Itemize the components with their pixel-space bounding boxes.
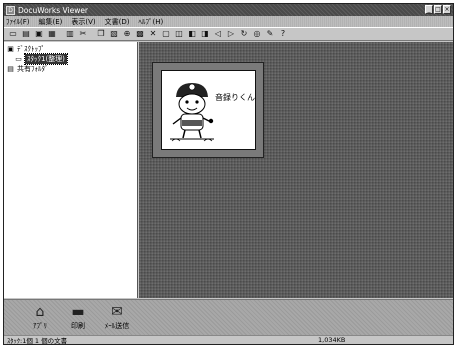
- status-size: 1,034KB: [318, 336, 346, 344]
- prev-icon[interactable]: ◁: [212, 29, 224, 40]
- tree-item-label: 共有ﾌｫﾙﾀﾞ: [17, 64, 49, 73]
- toolbar-separator: [90, 29, 94, 39]
- find-icon[interactable]: ◎: [251, 29, 263, 40]
- new-icon[interactable]: ▭: [7, 29, 19, 40]
- scan-icon[interactable]: ▥: [64, 29, 76, 40]
- document-area[interactable]: 音録りくん: [139, 42, 453, 298]
- character-illustration: [170, 83, 214, 142]
- menu-edit[interactable]: 編集(E): [39, 17, 63, 27]
- annotate-icon[interactable]: ✎: [264, 29, 276, 40]
- document-thumbnail[interactable]: 音録りくん: [152, 62, 264, 158]
- print-icon[interactable]: ▦: [46, 29, 58, 40]
- cut-icon[interactable]: ✂: [77, 29, 89, 40]
- save-icon[interactable]: ▣: [33, 29, 45, 40]
- action-bar: ⌂ ｱﾌﾟﾘ ▬ 印刷 ✉ ﾒｰﾙ送信: [4, 299, 453, 335]
- app-window: D DocuWorks Viewer _ □ × ﾌｧｲﾙ(F) 編集(E) 表…: [3, 3, 454, 345]
- bind-icon[interactable]: ◧: [186, 29, 198, 40]
- tree-item-shared-folder[interactable]: ▤ 共有ﾌｫﾙﾀﾞ: [6, 64, 49, 73]
- send-mail-button[interactable]: ✉ ﾒｰﾙ送信: [102, 303, 132, 333]
- help-icon[interactable]: ?: [277, 29, 289, 40]
- minimize-button[interactable]: _: [425, 5, 433, 14]
- zoom-icon[interactable]: ⊕: [121, 29, 133, 40]
- tree-item-label: ﾃﾞｽｸﾄｯﾌﾟ: [17, 44, 45, 53]
- tree-item-stack[interactable]: ▭ ｽﾀｯｸ1(整理): [14, 52, 68, 65]
- menu-document[interactable]: 文書(D): [105, 17, 130, 27]
- menu-bar: ﾌｧｲﾙ(F) 編集(E) 表示(V) 文書(D) ﾍﾙﾌﾟ(H): [4, 16, 453, 27]
- toolbar: ▭ ▤ ▣ ▦ ▥ ✂ ❐ ▧ ⊕ ▩ ✕ ▢ ◫ ◧ ◨ ◁ ▷ ↻ ◎ ✎ …: [4, 27, 453, 41]
- tree-item-desktop[interactable]: ▣ ﾃﾞｽｸﾄｯﾌﾟ: [6, 44, 45, 53]
- app-logo-icon: D: [6, 5, 15, 15]
- send-mail-button-label: ﾒｰﾙ送信: [104, 322, 130, 330]
- app-button[interactable]: ⌂ ｱﾌﾟﾘ: [25, 303, 55, 333]
- app-button-label: ｱﾌﾟﾘ: [33, 322, 47, 330]
- delete-icon[interactable]: ✕: [147, 29, 159, 40]
- tree-item-label: ｽﾀｯｸ1(整理): [24, 52, 68, 65]
- page-icon[interactable]: ▢: [160, 29, 172, 40]
- window-title: DocuWorks Viewer: [18, 5, 89, 15]
- unbind-icon[interactable]: ◨: [199, 29, 211, 40]
- copy-icon[interactable]: ❐: [95, 29, 107, 40]
- shared-folder-icon: ▤: [7, 64, 14, 73]
- next-icon[interactable]: ▷: [225, 29, 237, 40]
- printer-icon: ▬: [71, 304, 85, 320]
- status-bar: ｽﾀｯｸ:1個 1 個の文書 1,034KB: [4, 335, 453, 344]
- print-button[interactable]: ▬ 印刷: [63, 303, 93, 333]
- toolbar-separator: [59, 29, 63, 39]
- menu-file[interactable]: ﾌｧｲﾙ(F): [6, 17, 30, 27]
- open-icon[interactable]: ▤: [20, 29, 32, 40]
- app-icon: ⌂: [35, 304, 45, 320]
- menu-view[interactable]: 表示(V): [71, 17, 95, 27]
- view-icon[interactable]: ▩: [134, 29, 146, 40]
- maximize-button[interactable]: □: [434, 5, 442, 14]
- title-bar[interactable]: D DocuWorks Viewer _ □ ×: [4, 4, 453, 16]
- print-button-label: 印刷: [71, 322, 85, 330]
- close-button[interactable]: ×: [443, 5, 451, 14]
- menu-help[interactable]: ﾍﾙﾌﾟ(H): [139, 17, 164, 27]
- rotate-icon[interactable]: ↻: [238, 29, 250, 40]
- status-text: ｽﾀｯｸ:1個 1 個の文書: [7, 337, 68, 345]
- folder-tree: ▣ ﾃﾞｽｸﾄｯﾌﾟ ▭ ｽﾀｯｸ1(整理) ▤ 共有ﾌｫﾙﾀﾞ: [4, 42, 138, 298]
- document-page: 音録りくん: [161, 70, 256, 150]
- pages-icon[interactable]: ◫: [173, 29, 185, 40]
- paste-icon[interactable]: ▧: [108, 29, 120, 40]
- folder-icon: ▭: [15, 54, 22, 63]
- desktop-icon: ▣: [7, 44, 14, 53]
- mail-icon: ✉: [111, 304, 123, 320]
- document-title: 音録りくん: [215, 93, 255, 102]
